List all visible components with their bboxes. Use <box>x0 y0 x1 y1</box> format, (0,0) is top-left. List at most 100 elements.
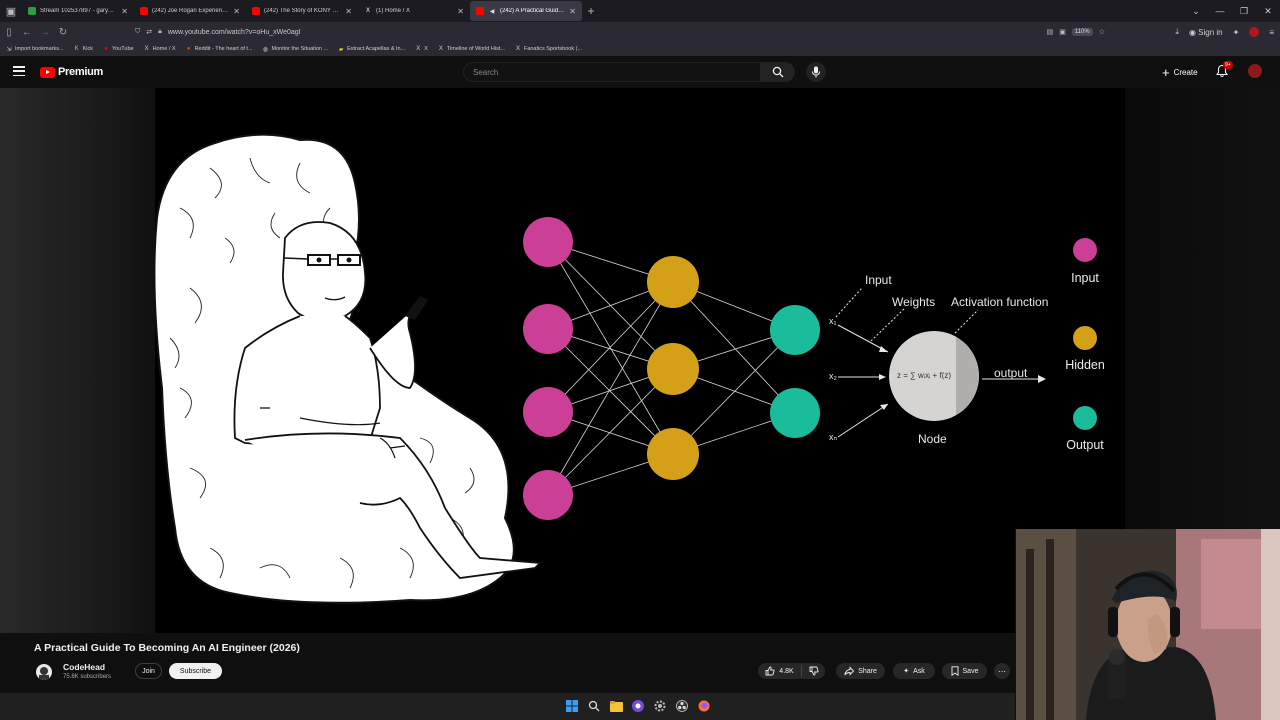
search-button[interactable] <box>761 62 795 82</box>
voice-search-button[interactable] <box>806 62 826 82</box>
extensions-icon[interactable]: ✦ <box>1233 28 1240 37</box>
bookmark-label: Import bookmarks... <box>15 46 64 52</box>
monitor-icon: ◍ <box>262 46 269 53</box>
browser-tab-0[interactable]: Stream 102537897 - garydavis ✕ <box>22 1 134 21</box>
x-icon: X <box>416 46 421 52</box>
video-title: A Practical Guide To Becoming An AI Engi… <box>34 642 300 654</box>
browser-tab-2[interactable]: (242) The Story of KONY 2012 | ✕ <box>246 1 358 21</box>
forward-icon[interactable]: → <box>36 27 54 38</box>
ask-button[interactable]: ✦ Ask <box>893 663 935 679</box>
new-tab-button[interactable]: + <box>582 4 600 18</box>
reader-view-icon[interactable]: ▤ <box>1047 28 1054 36</box>
windows-taskbar <box>0 693 1015 720</box>
toolbar-right: ⤓ ◉ Sign in ✦ ≡ <box>1175 22 1274 42</box>
bookmark-star-icon[interactable]: ☆ <box>1099 28 1105 36</box>
search-placeholder: Search <box>473 67 499 77</box>
legend-swatch <box>1073 238 1097 262</box>
sidebar-toggle-icon[interactable]: ▯ <box>0 27 18 38</box>
node-label: Node <box>918 432 947 446</box>
share-label: Share <box>858 667 877 675</box>
subscribe-button[interactable]: Subscribe <box>169 663 222 679</box>
thumbs-down-icon <box>809 666 819 676</box>
like-button[interactable]: 4.8K <box>758 665 802 677</box>
bookmark-item[interactable]: K Kick <box>74 46 93 52</box>
browser-tab-1[interactable]: (242) Joe Rogan Experience #1 ✕ <box>134 1 246 21</box>
obs-icon[interactable] <box>675 699 689 713</box>
taskbar-search-icon[interactable] <box>587 699 601 713</box>
create-button[interactable]: + Create <box>1154 63 1206 81</box>
taskbar-icons <box>565 699 711 713</box>
youtube-favicon-icon <box>476 7 484 15</box>
browser-tab-bar: ▣ Stream 102537897 - garydavis ✕ (242) J… <box>0 0 1280 22</box>
user-avatar[interactable] <box>1248 64 1262 78</box>
picture-in-picture-icon[interactable]: ▣ <box>1059 28 1066 36</box>
youtube-logo[interactable]: Premium <box>40 66 103 78</box>
join-button[interactable]: Join <box>135 663 162 679</box>
lock-icon[interactable]: 🔒︎ <box>158 28 162 36</box>
zoom-level[interactable]: 110% <box>1071 28 1093 36</box>
restore-icon[interactable]: ❐ <box>1232 6 1256 17</box>
x-favicon-icon: X <box>365 8 370 14</box>
microphone-icon <box>812 66 820 78</box>
hamburger-menu-icon[interactable] <box>13 66 25 76</box>
close-tab-icon[interactable]: ✕ <box>457 7 464 16</box>
youtube-icon: ● <box>104 46 108 52</box>
save-button[interactable]: Save <box>942 663 987 679</box>
tab-title: Stream 102537897 - garydavis <box>40 8 118 14</box>
account-button[interactable]: ◉ Sign in <box>1189 28 1223 37</box>
menu-icon[interactable]: ≡ <box>1269 28 1274 37</box>
tab-title: (242) The Story of KONY 2012 | <box>264 8 342 14</box>
close-tab-icon[interactable]: ✕ <box>569 7 576 16</box>
file-explorer-icon[interactable] <box>609 699 623 713</box>
bookmark-item[interactable]: ◍ Monitor the Situation ... <box>262 46 329 53</box>
close-window-icon[interactable]: ✕ <box>1256 6 1280 17</box>
bookmark-item[interactable]: XX <box>415 46 428 52</box>
close-tab-icon[interactable]: ✕ <box>121 7 128 16</box>
tab-overflow-icon[interactable]: ⌄ <box>1184 6 1208 17</box>
more-actions-icon[interactable]: ⋯ <box>994 663 1010 679</box>
bookmark-label: Fanatics Sportsbook (... <box>523 46 583 52</box>
settings-gear-icon[interactable] <box>653 699 667 713</box>
channel-name[interactable]: CodeHead <box>63 662 105 672</box>
extension-badge-icon[interactable] <box>1249 27 1260 37</box>
channel-avatar[interactable] <box>36 664 52 680</box>
bookmark-item[interactable]: ● YouTube <box>103 46 133 52</box>
shield-icon[interactable]: ⛉ <box>135 28 140 36</box>
bookmark-item[interactable]: X Home / X <box>144 46 176 52</box>
browser-tab-4[interactable]: ◀ (242) A Practical Guide To B ✕ <box>470 1 582 21</box>
bookmark-label: X <box>424 46 428 52</box>
bookmark-label: Monitor the Situation ... <box>271 46 329 52</box>
dislike-button[interactable] <box>802 666 825 676</box>
formula-label: z = ∑ wᵢxᵢ + f(z) <box>897 371 952 380</box>
search-input[interactable]: Search <box>463 62 761 82</box>
tab-list-icon[interactable]: ▣ <box>0 0 22 22</box>
reload-icon[interactable]: ↻ <box>54 27 72 38</box>
output-node <box>770 388 820 438</box>
close-tab-icon[interactable]: ✕ <box>233 7 240 16</box>
bookmark-item[interactable]: ▰ Extract Acapellas & In... <box>338 46 405 53</box>
url-text[interactable]: www.youtube.com/watch?v=oHu_xWe0agI <box>168 29 301 36</box>
bookmark-item[interactable]: X Timeline of World Hist... <box>438 46 505 52</box>
hidden-layer <box>647 256 699 480</box>
share-button[interactable]: Share <box>836 663 885 679</box>
hidden-node <box>647 428 699 480</box>
windows-start-icon[interactable] <box>565 699 579 713</box>
close-tab-icon[interactable]: ✕ <box>345 7 352 16</box>
bookmark-item[interactable]: ● Reddit - The heart of t... <box>186 46 253 52</box>
permissions-icon[interactable]: ⇄ <box>146 28 152 36</box>
speaker-icon[interactable]: ◀ <box>488 7 496 15</box>
bookmark-label: Home / X <box>152 46 176 52</box>
browser-tab-3[interactable]: X (1) Home / X ✕ <box>358 1 470 21</box>
firefox-icon[interactable] <box>697 699 711 713</box>
downloads-icon[interactable]: ⤓ <box>1175 27 1179 37</box>
thumbs-up-icon <box>765 666 775 676</box>
bookmark-label: Kick <box>82 46 93 52</box>
url-bar[interactable]: ⛉ ⇄ 🔒︎ www.youtube.com/watch?v=oHu_xWe0a… <box>135 24 1105 40</box>
browser-nav-bar: ▯ ← → ↻ ⛉ ⇄ 🔒︎ www.youtube.com/watch?v=o… <box>0 22 1280 42</box>
bookmark-item[interactable]: X Fanatics Sportsbook (... <box>515 46 582 52</box>
back-icon[interactable]: ← <box>18 27 36 38</box>
like-dislike-group: 4.8K <box>758 663 825 679</box>
app-icon-purple[interactable] <box>631 699 645 713</box>
bookmark-item[interactable]: ⇲ Import bookmarks... <box>6 46 64 53</box>
minimize-icon[interactable]: — <box>1208 6 1232 16</box>
